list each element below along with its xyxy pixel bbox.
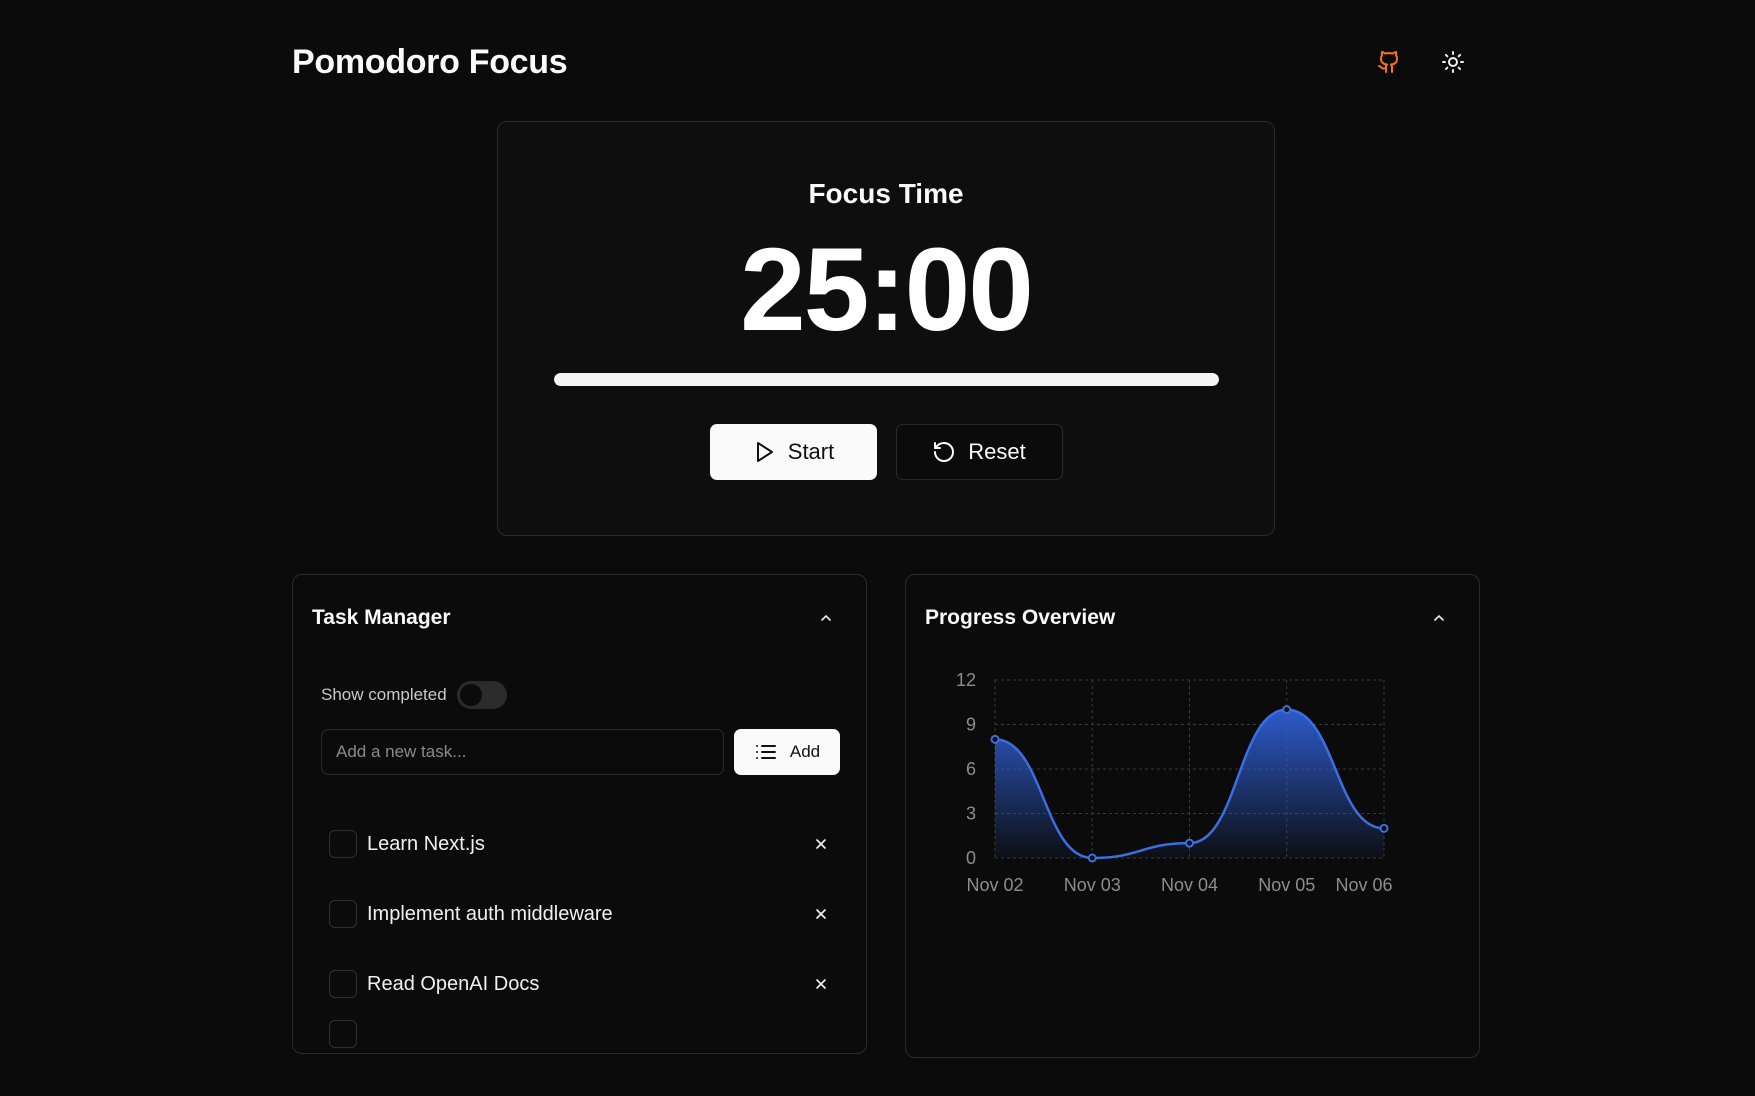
reset-button-label: Reset (968, 439, 1026, 464)
chevron-up-icon (821, 615, 831, 621)
timer-progress-fill (554, 373, 1219, 386)
task-text: Read OpenAI Docs (367, 972, 540, 995)
timer-controls: Start Reset (498, 424, 1274, 480)
x-tick-label: Nov 05 (1258, 875, 1315, 895)
start-button-label: Start (787, 439, 835, 464)
y-tick-label: 12 (956, 670, 976, 690)
timer-progress-bar (554, 373, 1219, 386)
add-task-button[interactable]: Add (734, 729, 840, 775)
play-icon (756, 442, 773, 462)
delete-task-button[interactable] (809, 972, 833, 996)
progress-chart: 0 3 6 9 12 Nov 02 Nov 03 Nov 04 Nov 05 Nov 06 (956, 670, 1393, 895)
task-manager-header: Task Manager (312, 603, 838, 633)
chart-point (990, 734, 1000, 744)
task-manager-collapse-button[interactable] (814, 606, 838, 630)
x-tick-label: Nov 02 (966, 875, 1023, 895)
x-tick-label: Nov 04 (1161, 875, 1218, 895)
timer-mode-label: Focus Time (808, 178, 964, 209)
y-tick-label: 3 (966, 804, 976, 824)
delete-task-button[interactable] (809, 902, 833, 926)
show-completed-row: Show completed (321, 681, 507, 709)
task-text: Implement auth middleware (367, 902, 613, 925)
task-list: Learn Next.js Implement auth middleware … (329, 809, 833, 1019)
reset-button[interactable]: Reset (895, 424, 1063, 480)
timer-display: 25:00 (740, 224, 1034, 356)
app-title: Pomodoro Focus (292, 42, 568, 81)
task-manager-title: Task Manager (312, 606, 451, 629)
github-icon (1378, 51, 1399, 73)
timer-card: Focus Time 25:00 Start Reset (497, 121, 1275, 536)
x-tick-label: Nov 06 (1335, 875, 1392, 895)
show-completed-label: Show completed (321, 685, 447, 704)
task-item: Learn Next.js (329, 809, 833, 879)
y-tick-label: 0 (966, 848, 976, 868)
app-header: Pomodoro Focus (292, 38, 1472, 86)
close-icon (816, 839, 826, 849)
list-icon (755, 745, 776, 759)
task-item: Implement auth middleware (329, 879, 833, 949)
task-checkbox[interactable] (329, 900, 357, 928)
chart-point (1282, 705, 1292, 715)
github-button[interactable] (1370, 43, 1408, 81)
theme-toggle-button[interactable] (1434, 43, 1472, 81)
new-task-input[interactable] (321, 729, 724, 775)
chart-point (1087, 853, 1097, 863)
y-tick-label: 9 (966, 715, 976, 735)
chart-point (1185, 838, 1194, 848)
task-manager-panel: Task Manager Show completed Add Learn Ne… (292, 574, 867, 1054)
close-icon (816, 909, 826, 919)
close-icon (816, 979, 826, 989)
y-tick-label: 6 (966, 759, 976, 779)
delete-task-button[interactable] (809, 832, 833, 856)
toggle-knob (459, 684, 482, 706)
progress-overview-panel: Progress Overview 0 3 6 9 12 Nov 02 Nov 03 Nov… (905, 574, 1480, 1058)
chart-point (1379, 823, 1389, 833)
header-actions (1370, 43, 1472, 81)
x-tick-label: Nov 03 (1064, 875, 1121, 895)
add-task-button-label: Add (789, 742, 821, 761)
rotate-ccw-icon (934, 442, 955, 462)
task-text: Learn Next.js (367, 832, 485, 855)
sun-icon (1442, 51, 1464, 73)
task-item: Read OpenAI Docs (329, 949, 833, 1019)
task-checkbox[interactable] (329, 830, 357, 858)
task-checkbox-partial[interactable] (329, 1020, 357, 1048)
show-completed-toggle[interactable] (456, 681, 507, 709)
task-checkbox[interactable] (329, 970, 357, 998)
start-button[interactable]: Start (709, 424, 877, 480)
